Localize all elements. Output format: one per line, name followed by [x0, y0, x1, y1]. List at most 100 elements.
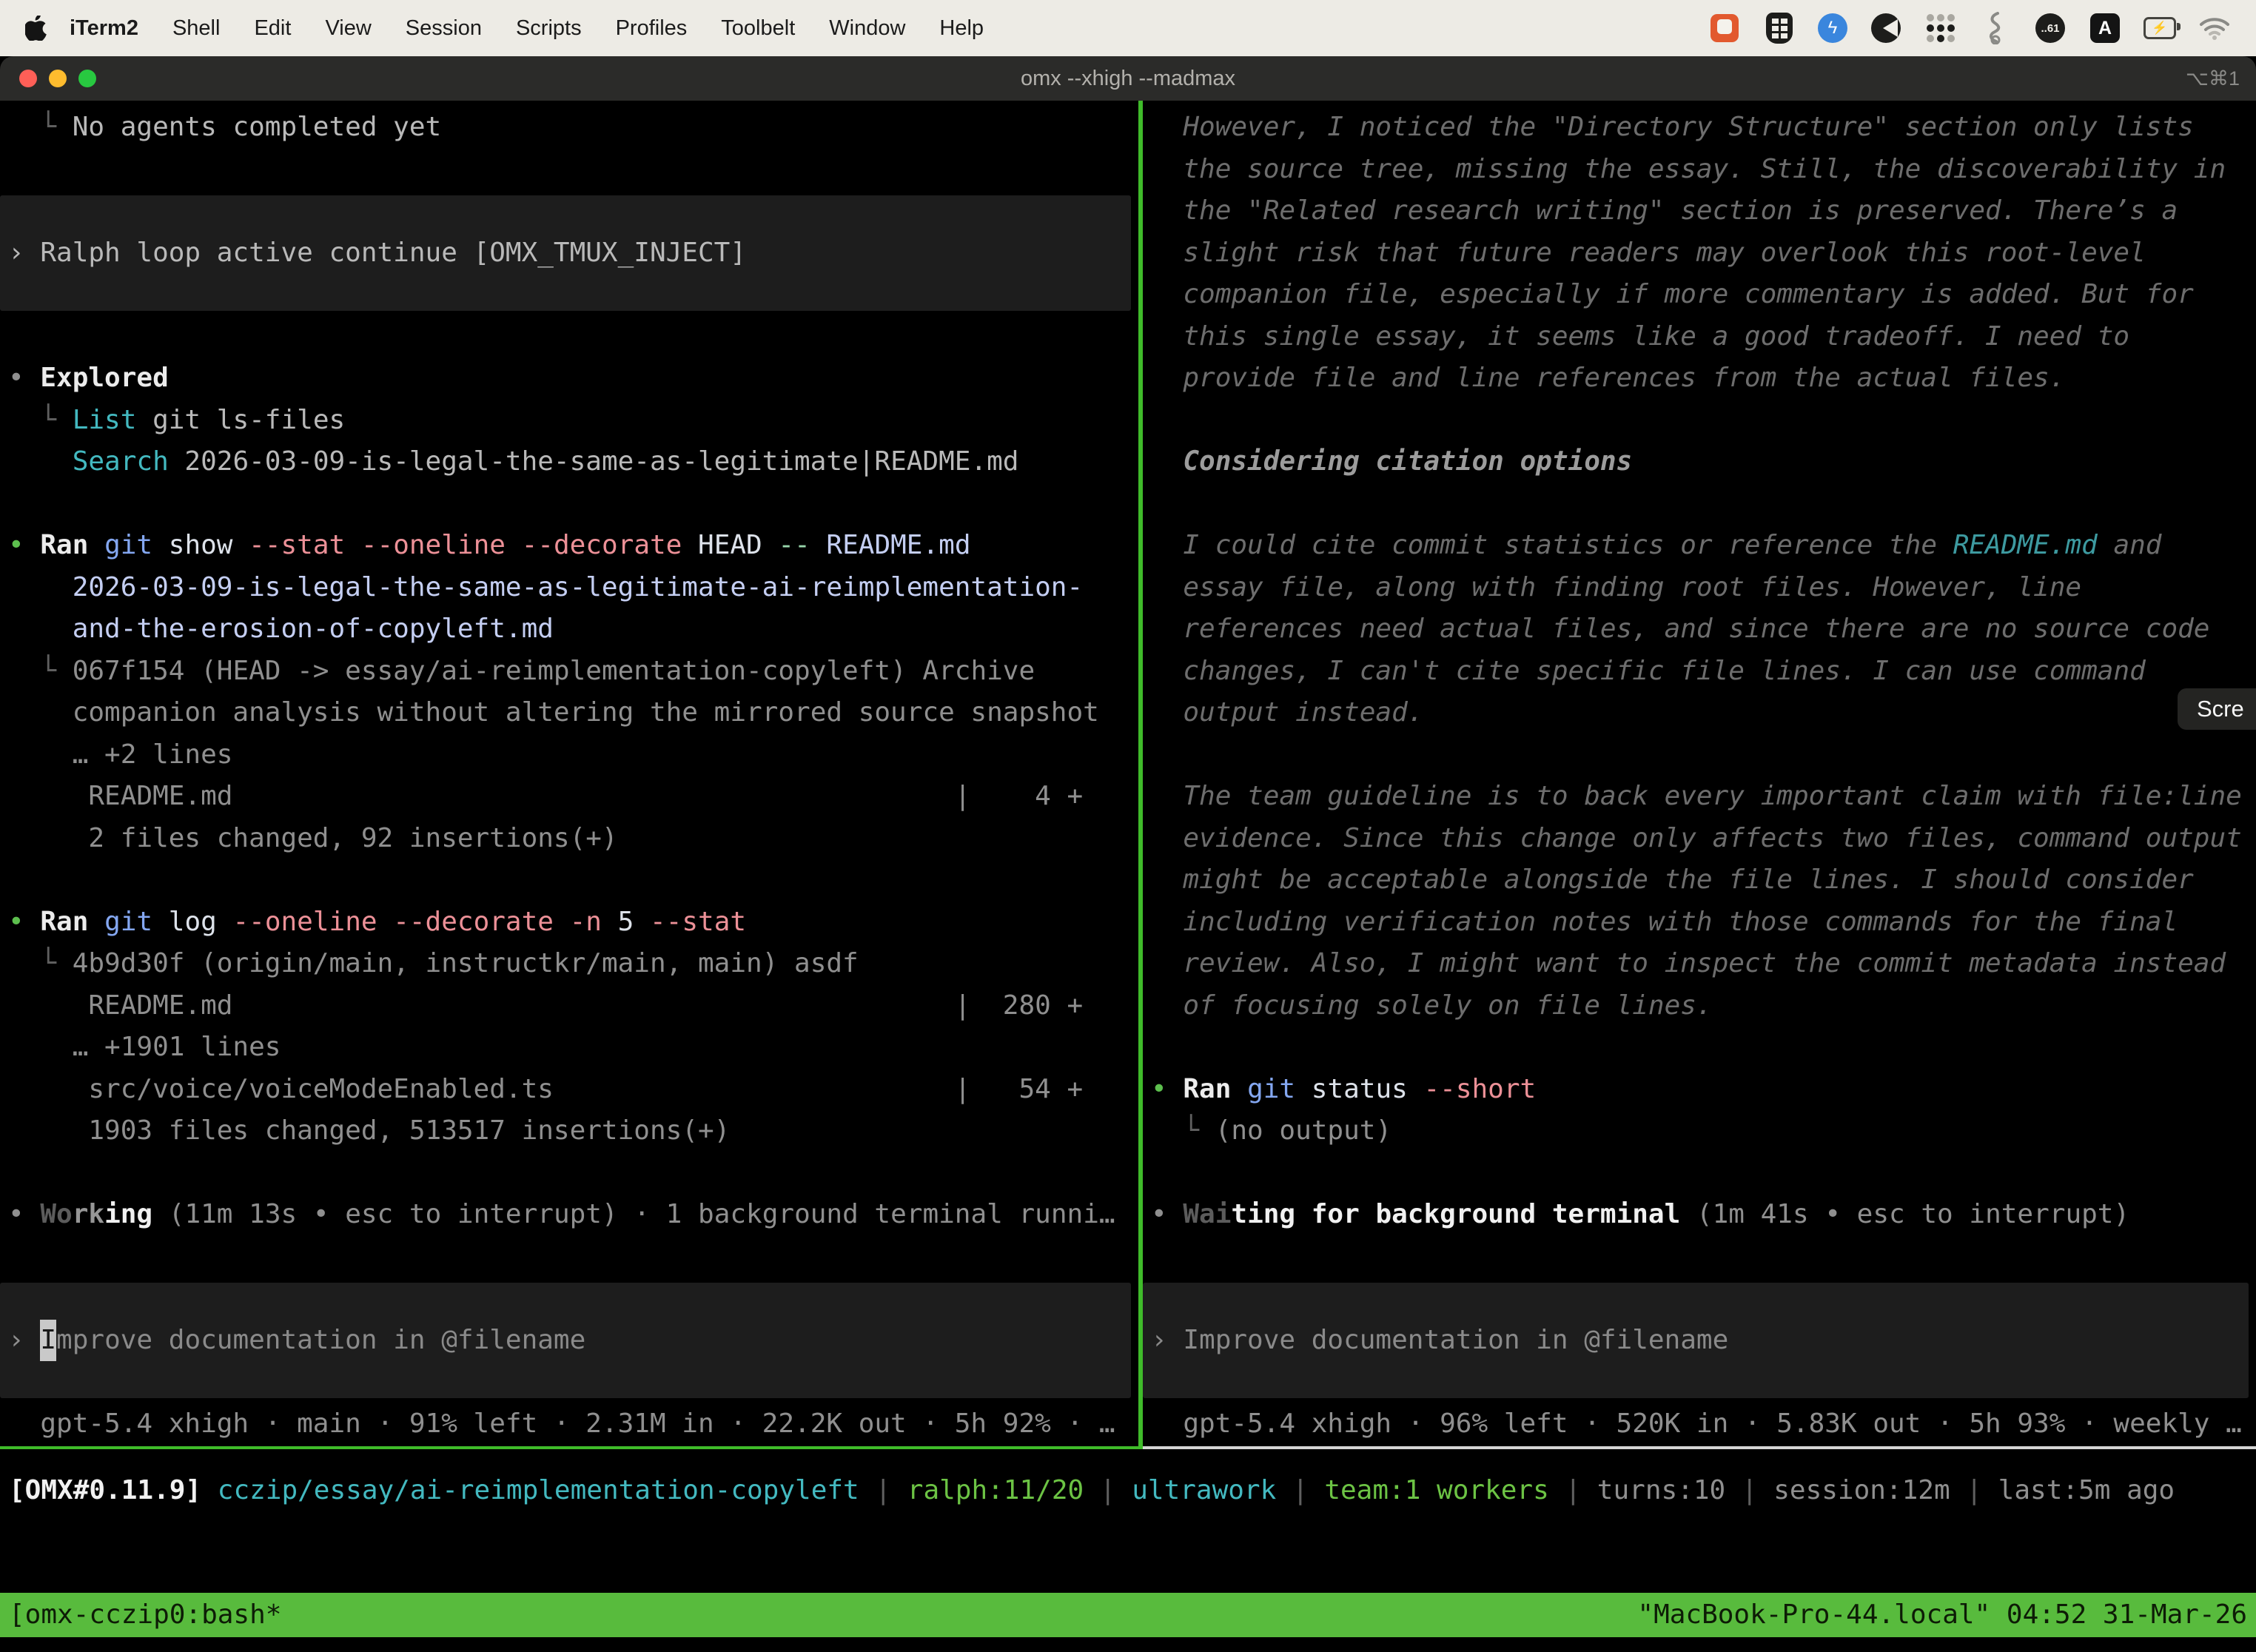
terminal-line: review. Also, I might want to inspect th…	[1143, 943, 2256, 985]
menu-item-shell[interactable]: Shell	[155, 16, 238, 41]
text-segment: ting for background terminal	[1231, 1199, 1680, 1229]
text-segment: └	[8, 948, 73, 978]
menu-item-scripts[interactable]: Scripts	[499, 16, 599, 41]
terminal-line: … +2 lines	[0, 734, 1138, 776]
loom-icon[interactable]	[1870, 12, 1902, 44]
input-source-a-icon[interactable]: A	[2089, 12, 2121, 44]
prompt-input[interactable]: › Improve documentation in @filename	[1143, 1283, 2249, 1398]
terminal-line: changes, I can't cite specific file line…	[1143, 651, 2256, 693]
terminal-line: slight risk that future readers may over…	[1143, 232, 2256, 275]
text-segment: slight risk that future readers may over…	[1151, 238, 2146, 268]
text-segment: Explored	[40, 363, 168, 393]
text-segment: [OMX#0.11.9]	[9, 1475, 201, 1505]
text-segment: |	[1725, 1475, 1773, 1505]
terminal-line: might be acceptable alongside the file l…	[1143, 859, 2256, 901]
text-segment: cczip/essay/ai-reimplementation-copyleft	[201, 1475, 859, 1505]
text-segment: … +1901 lines	[8, 1032, 281, 1062]
text-segment: 067f154 (HEAD -> essay/ai-reimplementati…	[73, 656, 1035, 686]
terminal-line: I could cite commit statistics or refere…	[1143, 525, 2256, 567]
menu-item-help[interactable]: Help	[922, 16, 1001, 41]
terminal-line: including verification notes with those …	[1143, 901, 2256, 944]
text-segment: turns:10	[1597, 1475, 1725, 1505]
blank-line	[1143, 1236, 2256, 1278]
text-segment: --oneline --decorate	[217, 907, 554, 937]
terminal-line: The team guideline is to back every impo…	[1143, 776, 2256, 818]
text-segment: gpt-5.4 xhigh · main · 91% left · 2.31M …	[8, 1408, 1115, 1439]
prompt-input-box[interactable]: › Improve documentation in @filename	[1143, 1277, 2256, 1403]
text-segment: README.md | 280 +	[8, 990, 1083, 1021]
text-segment: (no output)	[1215, 1115, 1391, 1146]
text-segment: ultrawork	[1132, 1475, 1276, 1505]
left-pane: └ No agents completed yet › Ralph loop a…	[0, 101, 1138, 1446]
text-segment: … +2 lines	[8, 739, 232, 770]
text-segment: •	[8, 907, 40, 937]
terminal-line: the source tree, missing the essay. Stil…	[1143, 149, 2256, 191]
terminal-line: src/voice/voiceModeEnabled.ts | 54 +	[0, 1069, 1138, 1111]
text-segment: team:1 workers	[1324, 1475, 1548, 1505]
menubar: iTerm2 Shell Edit View Session Scripts P…	[0, 0, 2256, 56]
terminal-line: gpt-5.4 xhigh · 96% left · 520K in · 5.8…	[1143, 1403, 2256, 1446]
text-segment: last:5m ago	[1998, 1475, 2175, 1505]
terminal-line: 2 files changed, 92 insertions(+)	[0, 818, 1138, 860]
keypad-shield-icon[interactable]	[1763, 12, 1796, 44]
menu-item-window[interactable]: Window	[812, 16, 922, 41]
text-segment: might be acceptable alongside the file l…	[1151, 864, 2194, 895]
terminal-line: evidence. Since this change only affects…	[1143, 818, 2256, 860]
text-segment: changes, I can't cite specific file line…	[1151, 656, 2146, 686]
blank-line	[0, 316, 1138, 358]
text-segment: |	[859, 1475, 907, 1505]
record-icon[interactable]	[1708, 12, 1741, 44]
blank-line	[1143, 1152, 2256, 1195]
battery-charging-icon[interactable]: ⚡	[2143, 12, 2176, 44]
text-segment: --short	[1408, 1074, 1536, 1104]
right-pane-border	[1143, 1446, 2256, 1449]
menu-item-iterm2[interactable]: iTerm2	[56, 16, 155, 41]
flash-badge-icon[interactable]: ϟ	[1818, 13, 1847, 43]
terminal-line: output instead.	[1143, 692, 2256, 734]
text-segment: 2026-03-09-is-legal-the-same-as-legitima…	[169, 446, 1019, 477]
text-segment: •	[1151, 1074, 1183, 1104]
titlebar[interactable]: omx --xhigh --madmax ⌥⌘1	[0, 56, 2256, 101]
terminal-line: Considering citation options	[1143, 441, 2256, 483]
prompt-input-box[interactable]: › Improve documentation in @filename	[0, 1277, 1138, 1403]
terminal-line: └ 4b9d30f (origin/main, instructkr/main,…	[0, 943, 1138, 985]
terminal-line: • Ran git log --oneline --decorate -n 5 …	[0, 901, 1138, 944]
dots-grid-icon[interactable]	[1924, 12, 1957, 44]
terminal-line: └ 067f154 (HEAD -> essay/ai-reimplementa…	[0, 651, 1138, 693]
omx-status-line: [OMX#0.11.9] cczip/essay/ai-reimplementa…	[0, 1470, 2256, 1511]
wifi-icon[interactable]	[2198, 12, 2231, 44]
menu-item-session[interactable]: Session	[389, 16, 499, 41]
terminal-line: • Working (11m 13s • esc to interrupt) ·…	[0, 1194, 1138, 1236]
apple-menu-icon[interactable]	[25, 16, 47, 41]
menu-item-profiles[interactable]: Profiles	[599, 16, 705, 41]
text-segment: |	[1276, 1475, 1324, 1505]
text-segment: Ran	[1183, 1074, 1231, 1104]
text-segment: HEAD	[682, 530, 762, 560]
blank-line	[1143, 400, 2256, 442]
terminal-line: However, I noticed the "Directory Struct…	[1143, 107, 2256, 149]
terminal-line: of focusing solely on file lines.	[1143, 985, 2256, 1027]
text-segment: Considering citation options	[1151, 446, 1632, 477]
text-segment: companion analysis without altering the …	[8, 697, 1099, 728]
prompt-input[interactable]: › Improve documentation in @filename	[0, 1283, 1131, 1398]
menubar-status-icons: ϟ ..61 A ⚡	[1708, 12, 2256, 44]
text-segment: ing	[104, 1199, 152, 1229]
text-segment: this single essay, it seems like a good …	[1151, 321, 2129, 352]
text-segment: src/voice/voiceModeEnabled.ts | 54 +	[8, 1074, 1083, 1104]
menu-item-view[interactable]: View	[308, 16, 388, 41]
terminal-line: └ No agents completed yet	[0, 107, 1138, 149]
blank-line	[1143, 734, 2256, 776]
squiggle-icon[interactable]	[1979, 12, 2012, 44]
screen-tooltip[interactable]: Scre	[2178, 688, 2256, 730]
text-segment: 4b9d30f (origin/main, instructkr/main, m…	[73, 948, 859, 978]
text-segment: ralph:11/20	[907, 1475, 1084, 1505]
text-segment: › Ralph loop active continue [OMX_TMUX_I…	[8, 232, 746, 275]
menu-item-edit[interactable]: Edit	[237, 16, 308, 41]
terminal-line: … +1901 lines	[0, 1027, 1138, 1069]
text-segment: --stat --oneline --decorate	[232, 530, 682, 560]
terminal-line: and-the-erosion-of-copyleft.md	[0, 608, 1138, 651]
menu-item-toolbelt[interactable]: Toolbelt	[704, 16, 812, 41]
percent-61-badge[interactable]: ..61	[2034, 12, 2067, 44]
terminal-line: • Ran git show --stat --oneline --decora…	[0, 525, 1138, 567]
text-segment: rk	[73, 1199, 104, 1229]
